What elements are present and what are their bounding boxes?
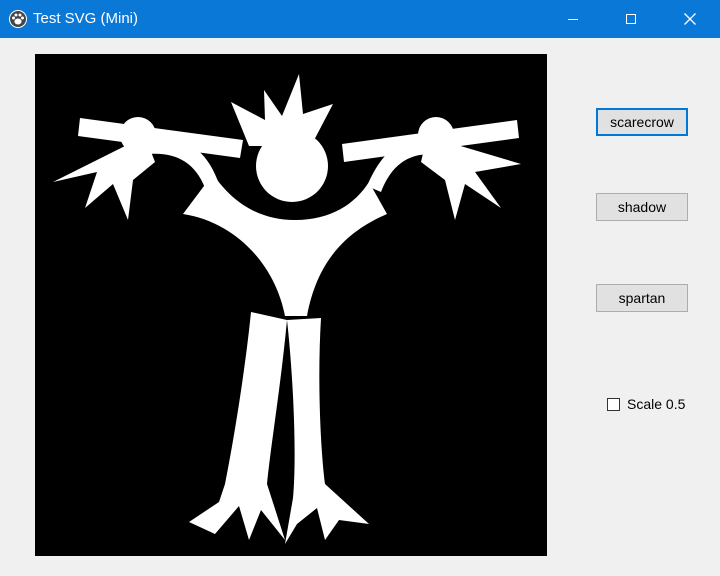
left-hand-fringe <box>53 136 155 220</box>
maximize-icon <box>626 14 636 24</box>
window-title: Test SVG (Mini) <box>33 10 139 27</box>
maximize-button[interactable] <box>603 0 659 38</box>
close-button[interactable] <box>662 0 718 38</box>
app-window: Test SVG (Mini) scarecrow shadow spartan… <box>0 0 720 576</box>
scale-checkbox-label[interactable]: Scale 0.5 <box>627 396 685 412</box>
minimize-button[interactable] <box>545 0 601 38</box>
checkbox-box[interactable] <box>607 397 620 411</box>
right-leg <box>285 318 369 544</box>
close-icon <box>684 13 696 25</box>
scale-checkbox[interactable]: Scale 0.5 <box>607 395 685 413</box>
spartan-button[interactable]: spartan <box>596 284 688 312</box>
scarecrow-figure <box>53 74 521 544</box>
minimize-icon <box>568 19 578 20</box>
right-hand-fringe <box>421 136 521 220</box>
title-bar[interactable]: Test SVG (Mini) <box>0 0 720 38</box>
scarecrow-button[interactable]: scarecrow <box>596 108 688 136</box>
svg-canvas <box>35 54 547 556</box>
shadow-button[interactable]: shadow <box>596 193 688 221</box>
head <box>256 130 328 202</box>
paw-icon[interactable] <box>8 9 28 29</box>
left-leg <box>189 312 287 540</box>
